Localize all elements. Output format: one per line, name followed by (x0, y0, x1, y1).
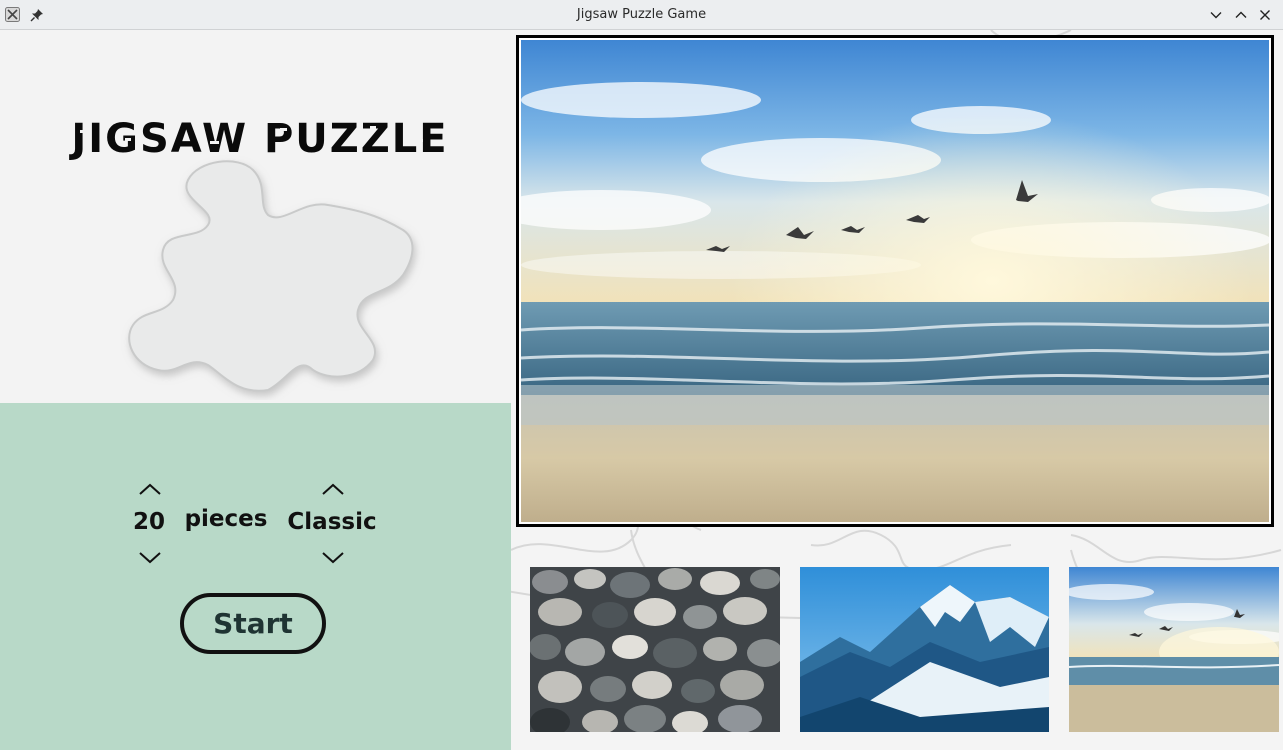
game-mode-value: Classic (287, 509, 377, 535)
pieces-label: pieces (184, 506, 268, 532)
pebbles-image (530, 567, 780, 732)
settings-panel (0, 403, 511, 750)
mountains-image (800, 567, 1049, 732)
chevron-up-icon (322, 483, 344, 495)
chevron-down-icon (1210, 12, 1222, 19)
chevron-up-icon (1235, 11, 1247, 18)
previous-mode-button[interactable] (321, 551, 345, 565)
chevron-up-icon (139, 483, 161, 495)
app-window: Jigsaw Puzzle Game JIGSAW PUZZLE 20 piec… (0, 0, 1283, 750)
start-button[interactable]: Start (180, 593, 326, 654)
decrease-pieces-button[interactable] (138, 551, 162, 565)
chevron-down-icon (139, 552, 161, 564)
jigsaw-puzzle-logo: JIGSAW PUZZLE (68, 116, 451, 162)
thumbnail-pebbles[interactable] (530, 567, 780, 732)
puzzle-piece-icon (128, 160, 414, 392)
maximize-button[interactable] (1233, 7, 1249, 23)
title-bar: Jigsaw Puzzle Game (0, 0, 1283, 30)
chevron-down-icon (322, 552, 344, 564)
close-button[interactable] (1257, 7, 1273, 23)
increase-pieces-button[interactable] (138, 482, 162, 496)
selected-image-preview (516, 35, 1274, 527)
beach-sunset-image (521, 40, 1269, 522)
thumbnail-mountains[interactable] (800, 567, 1049, 732)
minimize-button[interactable] (1208, 7, 1224, 23)
piece-count-value: 20 (132, 509, 165, 535)
close-icon (1260, 10, 1270, 20)
window-title: Jigsaw Puzzle Game (576, 7, 707, 22)
thumbnail-beach[interactable] (1069, 567, 1279, 732)
beach-sunset-image (1069, 567, 1279, 732)
next-mode-button[interactable] (321, 482, 345, 496)
